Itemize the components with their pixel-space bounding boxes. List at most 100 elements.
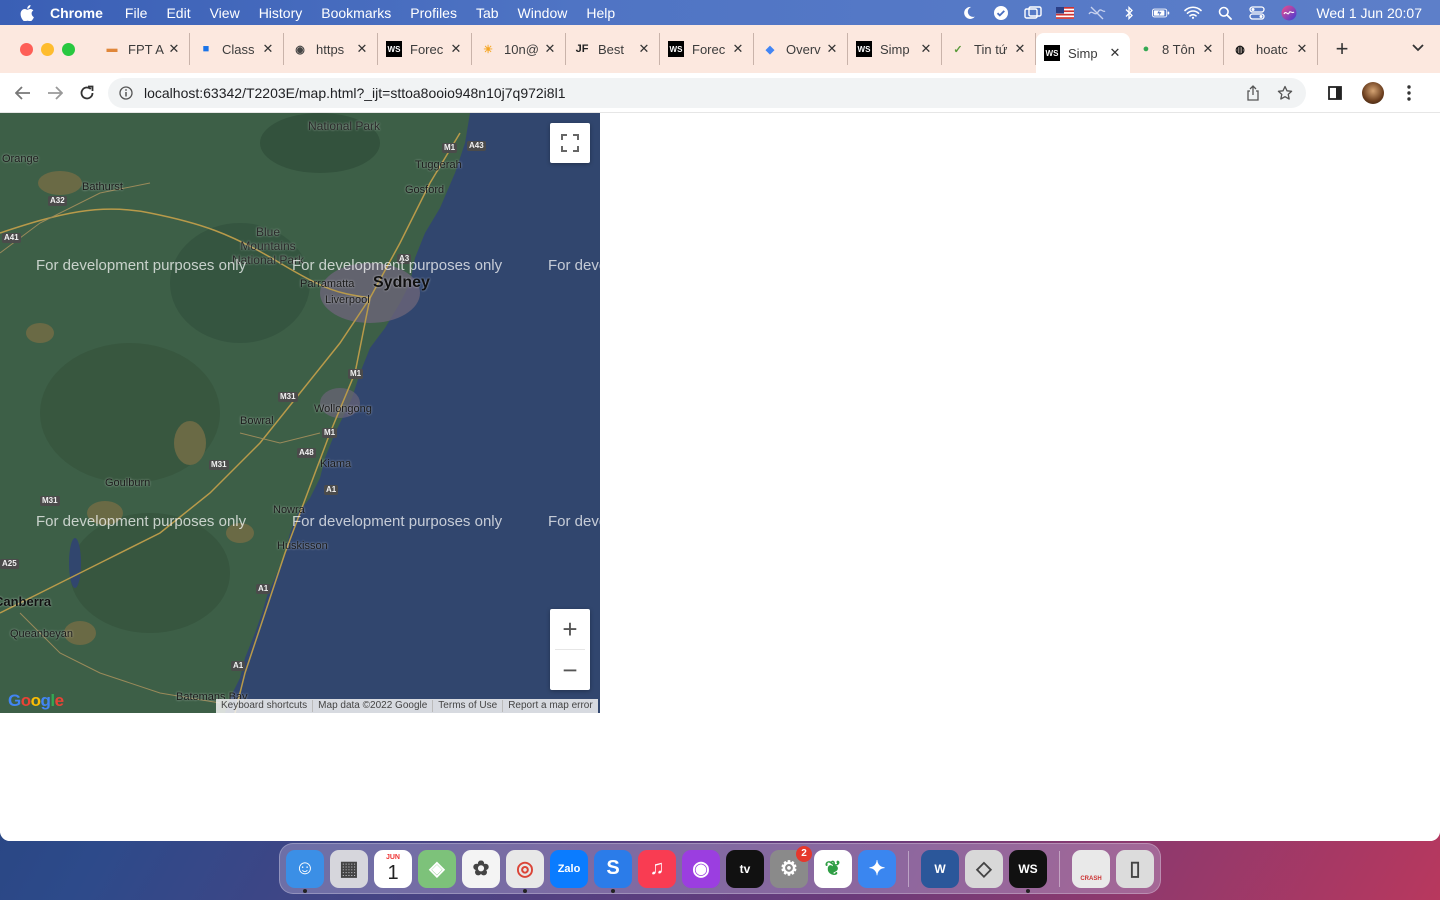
new-tab-button[interactable]: + (1324, 36, 1360, 62)
road-badge: M31 (278, 392, 298, 402)
webstorm-icon[interactable]: WS (1009, 849, 1047, 893)
moon-icon[interactable] (960, 6, 978, 20)
map-fullscreen-button[interactable] (550, 123, 590, 163)
menubar-clock[interactable]: Wed 1 Jun 20:07 (1316, 5, 1422, 21)
chrome-icon[interactable]: ◎ (506, 849, 544, 893)
photos-icon[interactable]: ✿ (462, 849, 500, 888)
tv-icon[interactable]: tv (726, 849, 764, 888)
google-logo[interactable]: Google (8, 691, 64, 711)
tab-13[interactable]: ◍ hoatc ✕ (1224, 33, 1318, 65)
tab-close-icon[interactable]: ✕ (167, 41, 181, 57)
tab-close-icon[interactable]: ✕ (1108, 45, 1122, 61)
menu-profiles[interactable]: Profiles (410, 5, 457, 21)
apple-menu-icon[interactable] (20, 4, 36, 22)
bluetooth-icon[interactable] (1120, 5, 1138, 20)
dock-icon-label: S (606, 857, 620, 879)
crossed-wave-icon[interactable] (1088, 6, 1106, 20)
spotlight-search-icon[interactable] (1216, 6, 1234, 20)
crash-report-icon[interactable]: CRASH (1072, 849, 1110, 888)
menu-bookmarks[interactable]: Bookmarks (321, 5, 391, 21)
podcasts-icon[interactable]: ◉ (682, 849, 720, 888)
menu-window[interactable]: Window (518, 5, 568, 21)
tab-3[interactable]: ◉ https ✕ (284, 33, 378, 65)
tab-close-icon[interactable]: ✕ (355, 41, 369, 57)
google-map[interactable]: National Park Tuggerah Orange Bathurst G… (0, 113, 600, 713)
menu-tab[interactable]: Tab (476, 5, 499, 21)
tab-close-icon[interactable]: ✕ (637, 41, 651, 57)
siri-icon[interactable] (1280, 5, 1298, 20)
road-badge: A1 (324, 485, 339, 495)
maps-icon[interactable]: ◈ (418, 849, 456, 888)
profile-avatar[interactable] (1362, 81, 1384, 104)
tab-11[interactable]: WS Simp ✕ (1036, 33, 1130, 73)
launchpad-icon[interactable]: ▦ (330, 849, 368, 888)
browser-toolbar: localhost:63342/T2203E/map.html?_ijt=stt… (0, 73, 1440, 113)
tab-close-icon[interactable]: ✕ (1295, 41, 1309, 57)
skype-icon[interactable]: S (594, 849, 632, 893)
battery-icon[interactable] (1152, 6, 1170, 20)
tab-10[interactable]: ✓ Tin tứ ✕ (942, 33, 1036, 65)
tab-8[interactable]: ◆ Overv ✕ (754, 33, 848, 65)
report-map-error-link[interactable]: Report a map error (503, 700, 597, 712)
finder-icon[interactable]: ☺ (286, 849, 324, 893)
tab-12[interactable]: ● 8 Tôn ✕ (1130, 33, 1224, 65)
side-panel-icon[interactable] (1320, 78, 1350, 108)
running-indicator (523, 888, 527, 893)
map-attribution: Keyboard shortcuts Map data ©2022 Google… (216, 699, 598, 713)
tab-9[interactable]: WS Simp ✕ (848, 33, 942, 65)
tab-close-icon[interactable]: ✕ (543, 41, 557, 57)
menu-edit[interactable]: Edit (166, 5, 190, 21)
tab-close-icon[interactable]: ✕ (1013, 41, 1027, 57)
back-arrow-icon[interactable] (8, 78, 38, 108)
us-flag-icon[interactable] (1056, 6, 1075, 20)
tab-close-icon[interactable]: ✕ (261, 41, 275, 57)
maximize-window-button[interactable] (62, 42, 75, 56)
wifi-icon[interactable] (1184, 6, 1203, 20)
tab-2[interactable]: ■ Class ✕ (190, 33, 284, 65)
tab-close-icon[interactable]: ✕ (825, 41, 839, 57)
checkmark-circle-icon[interactable] (992, 5, 1010, 20)
minimize-window-button[interactable] (41, 42, 54, 56)
forward-arrow-icon[interactable] (40, 78, 70, 108)
share-icon[interactable] (1242, 84, 1264, 101)
tab-close-icon[interactable]: ✕ (1201, 41, 1215, 57)
reload-icon[interactable] (72, 78, 102, 108)
menu-app-name[interactable]: Chrome (50, 5, 103, 21)
music-icon[interactable]: ♫ (638, 849, 676, 888)
tab-5[interactable]: ☀ 10n@ ✕ (472, 33, 566, 65)
keyboard-shortcuts-link[interactable]: Keyboard shortcuts (216, 700, 314, 712)
menu-view[interactable]: View (210, 5, 240, 21)
mongodb-icon[interactable]: ❦ (814, 849, 852, 888)
address-url[interactable]: localhost:63342/T2203E/map.html?_ijt=stt… (144, 85, 1232, 101)
tab-title: 10n@ (504, 41, 539, 57)
windows-icon[interactable] (1024, 5, 1043, 20)
bookmark-star-icon[interactable] (1274, 85, 1296, 101)
address-bar[interactable]: localhost:63342/T2203E/map.html?_ijt=stt… (108, 77, 1306, 108)
chrome-menu-kebab-icon[interactable] (1394, 78, 1424, 108)
close-window-button[interactable] (20, 42, 33, 56)
tab-title: Class (222, 41, 255, 57)
tab-close-icon[interactable]: ✕ (919, 41, 933, 57)
menu-history[interactable]: History (259, 5, 303, 21)
tab-4[interactable]: WS Forec ✕ (378, 33, 472, 65)
tab-6[interactable]: JF Best ✕ (566, 33, 660, 65)
tab-search-chevron-icon[interactable] (1412, 39, 1424, 55)
control-center-icon[interactable] (1248, 5, 1266, 20)
tab-close-icon[interactable]: ✕ (449, 41, 463, 57)
zoom-in-button[interactable]: + (550, 609, 590, 649)
calendar-icon[interactable]: JUN 1 (374, 849, 412, 888)
trash-icon[interactable]: ▯ (1116, 849, 1154, 888)
zoom-out-button[interactable]: − (550, 650, 590, 690)
site-info-icon[interactable] (118, 85, 134, 101)
menu-file[interactable]: File (125, 5, 148, 21)
word-icon[interactable]: W (921, 849, 959, 888)
unity-icon[interactable]: ◇ (965, 849, 1003, 888)
zalo-icon[interactable]: Zalo (550, 849, 588, 888)
terms-of-use-link[interactable]: Terms of Use (433, 700, 504, 712)
tab-close-icon[interactable]: ✕ (731, 41, 745, 57)
tab-1[interactable]: ▬ FPT A ✕ (96, 33, 190, 65)
safari-icon[interactable]: ✦ (858, 849, 896, 888)
menu-help[interactable]: Help (586, 5, 615, 21)
tab-7[interactable]: WS Forec ✕ (660, 33, 754, 65)
settings-icon[interactable]: ⚙ 2 (770, 845, 812, 888)
